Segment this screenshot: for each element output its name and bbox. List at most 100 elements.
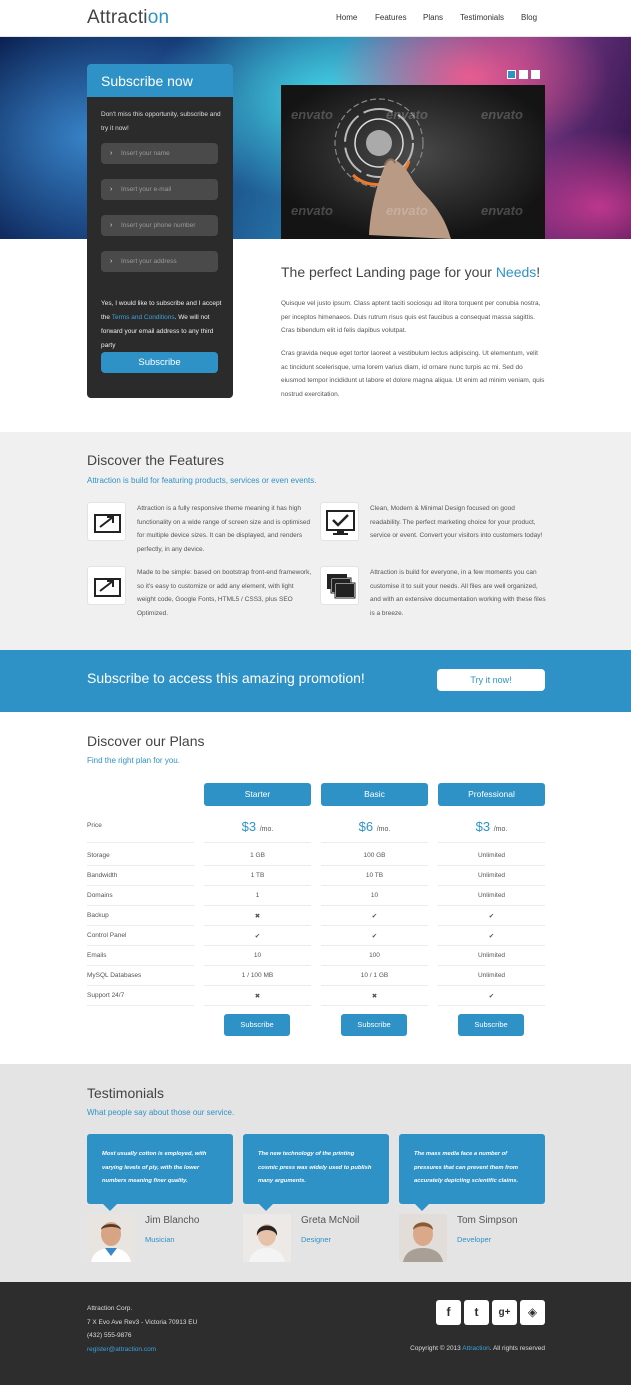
testimonial-role: Developer xyxy=(457,1235,492,1244)
copyright-text-end: . All rights reserved xyxy=(489,1345,545,1352)
terms-notice: Yes, I would like to subscribe and I acc… xyxy=(101,297,223,353)
intro-paragraph: Quisque vel justo ipsum. Class aptent ta… xyxy=(281,300,541,334)
testimonials-title: Testimonials xyxy=(87,1085,165,1101)
testimonial-quote: Most usually cotton is employed, with va… xyxy=(87,1134,233,1204)
expand-icon xyxy=(87,502,126,541)
quote-pointer xyxy=(103,1204,117,1211)
nav-plans[interactable]: Plans xyxy=(423,13,443,22)
email-input[interactable]: › Insert your e-mail xyxy=(101,179,218,200)
subscribe-form: Subscribe now Don't miss this opportunit… xyxy=(87,64,233,398)
address-placeholder: Insert your address xyxy=(121,258,177,265)
plan-cell: 10 TB xyxy=(365,872,384,879)
plan-cell: ✔ xyxy=(254,933,261,940)
price-unit: /mo. xyxy=(259,826,274,833)
plan-cell: 100 GB xyxy=(363,852,386,859)
price-unit: /mo. xyxy=(376,826,391,833)
plan-feature-label: Backup xyxy=(87,912,109,919)
row-divider xyxy=(87,905,194,906)
watermark: envato xyxy=(291,107,333,122)
subscribe-button[interactable]: Subscribe xyxy=(101,352,218,373)
plan-header-basic: Basic xyxy=(321,783,428,806)
plan-feature-label: Emails xyxy=(87,952,107,959)
intro-paragraph: Cras gravida neque eget tortor laoreet a… xyxy=(281,350,545,398)
features-subtitle: Attraction is build for featuring produc… xyxy=(87,476,317,485)
logo[interactable]: Attraction xyxy=(87,7,169,29)
watermark: envato xyxy=(386,107,428,122)
testimonial-role: Musician xyxy=(145,1235,175,1244)
quote-pointer xyxy=(415,1204,429,1211)
nav-blog[interactable]: Blog xyxy=(521,13,537,22)
expand-icon xyxy=(87,566,126,605)
row-divider xyxy=(321,842,428,843)
nav-testimonials[interactable]: Testimonials xyxy=(460,13,504,22)
chevron-right-icon: › xyxy=(110,258,113,265)
avatar xyxy=(87,1214,135,1262)
email-placeholder: Insert your e-mail xyxy=(121,186,172,193)
slider-dot-1[interactable] xyxy=(507,70,516,79)
plan-cell: Unlimited xyxy=(477,952,506,959)
plan-cell: Unlimited xyxy=(477,972,506,979)
plan-cell: 10 / 1 GB xyxy=(360,972,389,979)
chevron-right-icon: › xyxy=(110,150,113,157)
plan-header-starter: Starter xyxy=(204,783,311,806)
row-divider xyxy=(438,905,545,906)
plan-cell: 10 xyxy=(370,892,379,899)
try-it-now-button[interactable]: Try it now! xyxy=(437,669,545,691)
row-divider xyxy=(204,865,311,866)
nav-features[interactable]: Features xyxy=(375,13,407,22)
watermark: envato xyxy=(386,203,428,218)
promo-text: Subscribe to access this amazing promoti… xyxy=(87,670,365,686)
plan-cell: 10 xyxy=(253,952,262,959)
twitter-icon[interactable]: t xyxy=(464,1300,489,1325)
subscribe-header: Subscribe now xyxy=(87,64,233,97)
testimonial-quote: The new technology of the printing cosmi… xyxy=(243,1134,389,1204)
row-divider xyxy=(87,842,194,843)
testimonial-role: Designer xyxy=(301,1235,332,1244)
slider-dot-2[interactable] xyxy=(519,70,528,79)
stacked-windows-icon xyxy=(320,566,359,605)
plan-cell: Unlimited xyxy=(477,892,506,899)
features-title: Discover the Features xyxy=(87,452,224,468)
name-placeholder: Insert your name xyxy=(121,150,170,157)
google-plus-icon[interactable]: g+ xyxy=(492,1300,517,1325)
row-divider xyxy=(87,985,194,986)
copyright-link[interactable]: Attraction xyxy=(462,1345,489,1352)
price-professional: $3 /mo. xyxy=(438,819,545,834)
terms-link[interactable]: Terms and Conditions xyxy=(112,314,175,321)
plan-feature-label: Bandwidth xyxy=(87,872,118,879)
plan-cell: 1 xyxy=(255,892,260,899)
plan-header-professional: Professional xyxy=(438,783,545,806)
nav-home[interactable]: Home xyxy=(336,13,357,22)
monitor-check-icon xyxy=(320,502,359,541)
row-divider xyxy=(321,1005,428,1006)
subscribe-professional-button[interactable]: Subscribe xyxy=(458,1014,524,1036)
avatar xyxy=(399,1214,447,1262)
address-input[interactable]: › Insert your address xyxy=(101,251,218,272)
plan-cell: ✔ xyxy=(488,913,495,920)
feature-text: Made to be simple: based on bootstrap fr… xyxy=(137,569,312,617)
footer-company: Attraction Corp. xyxy=(87,1305,133,1312)
row-divider xyxy=(321,985,428,986)
watermark: envato xyxy=(481,203,523,218)
subscribe-starter-button[interactable]: Subscribe xyxy=(224,1014,290,1036)
facebook-icon[interactable]: f xyxy=(436,1300,461,1325)
price-value: $3 xyxy=(475,819,491,834)
row-divider xyxy=(438,865,545,866)
plan-cell: Unlimited xyxy=(477,852,506,859)
intro-title-accent: Needs xyxy=(495,264,537,280)
subscribe-basic-button[interactable]: Subscribe xyxy=(341,1014,407,1036)
plan-cell: ✔ xyxy=(488,933,495,940)
row-divider xyxy=(438,945,545,946)
price-unit: /mo. xyxy=(493,826,508,833)
layers-icon[interactable]: ◈ xyxy=(520,1300,545,1325)
phone-input[interactable]: › Insert your phone number xyxy=(101,215,218,236)
row-divider xyxy=(438,985,545,986)
name-input[interactable]: › Insert your name xyxy=(101,143,218,164)
plan-cell: ✖ xyxy=(254,913,261,920)
row-divider xyxy=(87,885,194,886)
slider-dot-3[interactable] xyxy=(531,70,540,79)
subscribe-intro: Don't miss this opportunity, subscribe a… xyxy=(101,111,221,132)
footer-email-link[interactable]: register@attraction.com xyxy=(87,1346,156,1353)
promo-banner: Subscribe to access this amazing promoti… xyxy=(0,650,631,712)
row-divider xyxy=(438,965,545,966)
